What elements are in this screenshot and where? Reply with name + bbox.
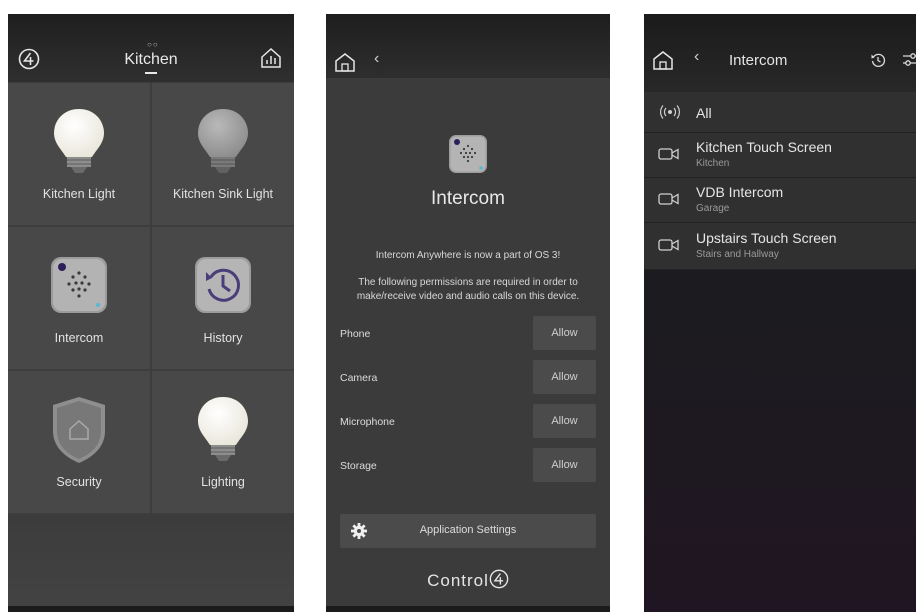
all-label: All	[696, 105, 712, 121]
intercom-title: Intercom	[729, 52, 788, 69]
allow-microphone-button[interactable]: Allow	[533, 404, 596, 438]
permission-label-camera: Camera	[340, 372, 378, 384]
home-icon[interactable]	[652, 50, 674, 70]
tile-history[interactable]: History	[152, 227, 294, 369]
device-name: Kitchen Touch Screen	[696, 139, 832, 155]
back-chevron-icon[interactable]: ‹	[694, 48, 699, 66]
page-indicator: ○○	[147, 40, 159, 49]
light-bulb-off-icon	[198, 109, 248, 173]
intercom-device-list-screen: ‹ Intercom All Kitchen Touch Screen Kitc…	[644, 14, 916, 612]
home-icon[interactable]	[334, 52, 356, 72]
tile-label: Security	[56, 475, 102, 489]
allow-camera-button[interactable]: Allow	[533, 360, 596, 394]
control4-brand: Control	[326, 569, 610, 591]
nav-bar	[8, 606, 294, 612]
allow-storage-button[interactable]: Allow	[533, 448, 596, 482]
intercom-all-row[interactable]: All	[644, 92, 916, 133]
intercom-header: ‹ Intercom	[644, 14, 916, 92]
allow-phone-button[interactable]: Allow	[533, 316, 596, 350]
video-camera-icon	[658, 193, 679, 205]
brand-text: Control	[427, 571, 489, 590]
video-camera-icon	[658, 239, 679, 251]
tile-label: Intercom	[54, 331, 104, 345]
intercom-permissions-screen: ‹ Intercom Intercom Anywhere is now a pa…	[326, 14, 610, 612]
permissions-description-line: The following permissions are required i…	[358, 277, 578, 288]
video-camera-icon	[658, 148, 679, 160]
history-clock-icon	[195, 257, 251, 313]
intercom-speaker-icon	[51, 257, 107, 313]
intercom-title: Intercom	[431, 188, 505, 209]
device-location: Garage	[696, 203, 730, 214]
tile-label: Kitchen Light	[42, 187, 116, 201]
tile-lighting[interactable]: Lighting	[152, 371, 294, 513]
light-bulb-on-icon	[54, 109, 104, 173]
permission-label-microphone: Microphone	[340, 416, 395, 428]
device-name: VDB Intercom	[696, 184, 784, 200]
permissions-description-line: make/receive video and audio calls on th…	[356, 291, 580, 302]
control4-logo-icon	[489, 569, 509, 589]
os3-notice: Intercom Anywhere is now a part of OS 3!	[375, 250, 561, 261]
tile-label: History	[203, 331, 243, 345]
room-title[interactable]: Kitchen	[8, 51, 294, 69]
broadcast-icon	[660, 105, 680, 119]
tile-security[interactable]: Security	[8, 371, 150, 513]
intercom-app-icon	[449, 135, 487, 173]
light-bulb-on-icon	[198, 397, 248, 461]
device-row-upstairs-touch-screen[interactable]: Upstairs Touch Screen Stairs and Hallway	[644, 223, 916, 270]
permissions-header: ‹	[326, 14, 610, 78]
title-underline	[145, 72, 157, 74]
tile-label: Kitchen Sink Light	[172, 187, 274, 201]
rooms-house-icon[interactable]	[260, 47, 282, 69]
device-location: Stairs and Hallway	[696, 249, 779, 260]
device-location: Kitchen	[696, 158, 730, 169]
device-name: Upstairs Touch Screen	[696, 230, 837, 246]
kitchen-header: ○○ Kitchen	[8, 14, 294, 82]
permissions-description: The following permissions are required i…	[326, 276, 610, 304]
tile-label: Lighting	[201, 475, 245, 489]
nav-bar	[326, 606, 610, 612]
security-shield-icon	[53, 397, 105, 463]
application-settings-label: Application Settings	[419, 524, 517, 536]
history-icon[interactable]	[870, 52, 886, 68]
device-row-kitchen-touch-screen[interactable]: Kitchen Touch Screen Kitchen	[644, 133, 916, 178]
permission-label-storage: Storage	[340, 460, 377, 472]
tile-kitchen-light[interactable]: Kitchen Light	[8, 83, 150, 225]
application-settings-button[interactable]: Application Settings	[340, 514, 596, 548]
tile-intercom[interactable]: Intercom	[8, 227, 150, 369]
tile-kitchen-sink-light[interactable]: Kitchen Sink Light	[152, 83, 294, 225]
empty-area	[8, 514, 294, 612]
permission-label-phone: Phone	[340, 328, 371, 340]
back-chevron-icon[interactable]: ‹	[374, 50, 379, 68]
kitchen-room-screen: ○○ Kitchen Kitchen Light Kitchen Sink Li…	[8, 14, 294, 612]
device-row-vdb-intercom[interactable]: VDB Intercom Garage	[644, 178, 916, 223]
filter-sliders-icon[interactable]	[902, 52, 916, 68]
